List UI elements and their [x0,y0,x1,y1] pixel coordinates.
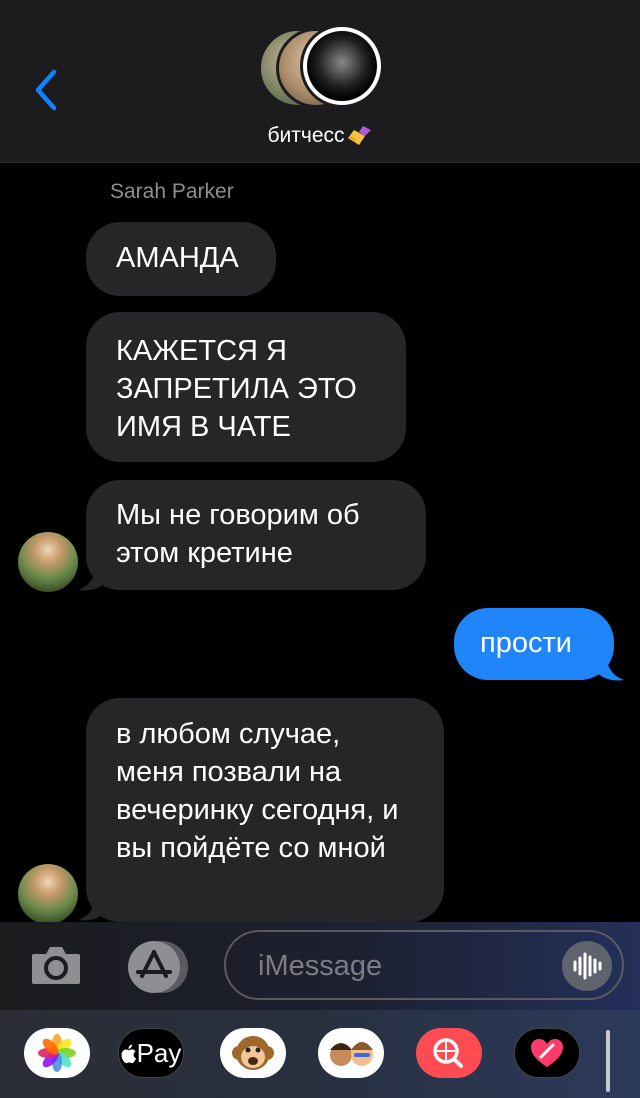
camera-icon [32,947,80,984]
incoming-message-bubble[interactable]: Мы не говорим об этом кретине [86,480,426,590]
outgoing-message-bubble[interactable]: прости [454,608,614,680]
message-input[interactable] [256,944,560,988]
audio-message-button[interactable] [562,941,612,991]
animoji-app-button[interactable] [220,1028,286,1078]
bubble-tail [596,652,624,681]
incoming-message-bubble[interactable]: КАЖЕТСЯ Я ЗАПРЕТИЛА ЭТО ИМЯ В ЧАТЕ [86,312,406,462]
photos-app-icon [38,1034,76,1072]
member-avatar [300,24,384,108]
memoji-app-button[interactable] [318,1028,384,1078]
bubble-tail [78,892,106,921]
group-name[interactable]: битчесс [0,124,640,148]
bubble-tail [78,562,106,591]
drawer-scroll-indicator [606,1030,610,1092]
app-store-icon [128,941,188,993]
camera-button[interactable] [30,942,82,988]
sender-name: Sarah Parker [110,180,234,203]
digital-touch-app-button[interactable] [514,1028,580,1078]
memoji-app-icon [330,1042,373,1066]
digital-touch-app-icon [531,1039,563,1067]
imessage-app-drawer: Pay [0,1010,640,1098]
image-search-app-button[interactable] [416,1028,482,1078]
group-avatars[interactable] [258,24,384,112]
apple-pay-button[interactable]: Pay [118,1028,184,1078]
photos-app-button[interactable] [24,1028,90,1078]
compose-bar [0,922,640,1010]
group-name-label: битчесс [267,124,345,147]
animoji-app-icon [232,1036,274,1070]
apple-logo-icon [121,1044,136,1064]
incoming-message-bubble[interactable]: в любом случае, меня позвали на вечеринк… [86,698,444,922]
apple-pay-label: Pay [136,1038,182,1068]
nail-polish-icon [347,126,371,145]
message-input-field[interactable] [224,930,624,1000]
back-button[interactable] [30,68,70,112]
chevron-left-icon [35,69,57,111]
image-search-app-icon [433,1038,463,1068]
waveform-icon [573,952,602,980]
sender-avatar[interactable] [18,532,78,592]
sender-avatar[interactable] [18,864,78,924]
incoming-message-bubble[interactable]: АМАНДА [86,222,276,296]
app-store-button[interactable] [124,940,190,994]
conversation-header: битчесс [0,0,640,163]
